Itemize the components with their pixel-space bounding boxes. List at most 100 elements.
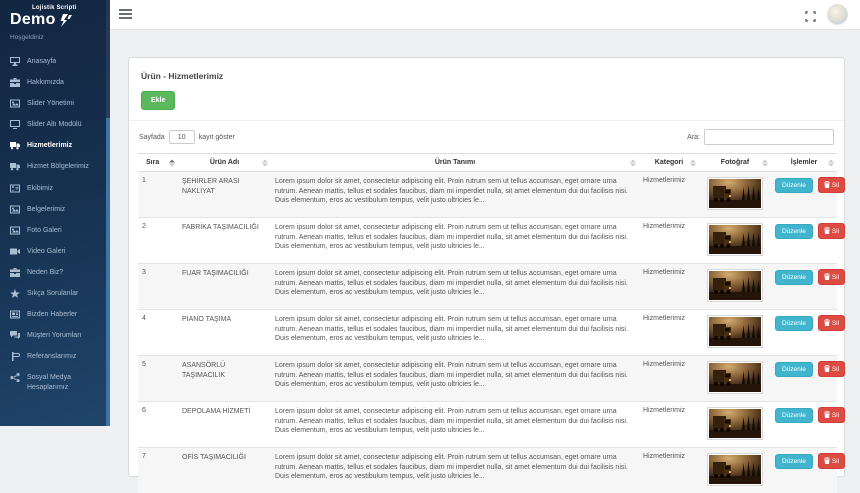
column-header-6[interactable]: İşlemler [771,154,837,172]
cell-actions: Düzenle Sil [771,264,837,310]
truck-photo[interactable] [707,407,763,440]
cell-product-name: ASANSÖRLÜ TAŞIMACILIK [178,356,271,402]
sidebar-item-label: Belgelerimiz [27,205,65,214]
comments-icon [10,331,20,340]
cell-sira: 5 [138,356,178,402]
logo[interactable]: Lojistik Scripti Demo [0,0,110,31]
page-size-input[interactable] [169,130,195,144]
edit-button[interactable]: Düzenle [775,362,813,377]
page-size-control: Sayfada kayıt göster [139,130,235,144]
delete-button[interactable]: Sil [818,223,845,239]
cell-product-name: DEPOLAMA HİZMETİ [178,402,271,448]
table-controls: Sayfada kayıt göster Ara: [129,121,844,151]
search-label: Ara: [687,134,700,141]
sidebar-item-1[interactable]: Anasayfa [0,51,110,72]
hamburger-icon[interactable] [119,9,132,20]
sidebar-item-label: Hizmet Bölgelerimiz [27,162,89,171]
cell-sira: 7 [138,448,178,493]
column-header-1[interactable]: Sıra [138,154,178,172]
page-title: Ürün - Hizmetlerimiz [129,58,844,85]
cell-photo [699,172,771,218]
truck-photo[interactable] [707,315,763,348]
column-header-label: Ürün Tanımı [435,159,475,166]
trash-icon [824,411,830,418]
sort-icon[interactable] [690,159,696,166]
table-row: 2 FABRİKA TAŞIMACILIĞI Lorem ipsum dolor… [138,218,837,264]
search-input[interactable] [704,129,834,145]
faq-icon [10,289,20,298]
sidebar-item-2[interactable]: Hakkımızda [0,72,110,93]
image-icon [10,226,20,235]
sidebar-item-3[interactable]: Slider Yönetimi [0,93,110,114]
sidebar-item-8[interactable]: Belgelerimiz [0,199,110,220]
column-header-5[interactable]: Fotoğraf [699,154,771,172]
truck-photo[interactable] [707,269,763,302]
share-icon [10,373,20,382]
sidebar-item-12[interactable]: Sıkça Sorulanlar [0,283,110,304]
edit-button[interactable]: Düzenle [775,178,813,193]
sidebar-item-4[interactable]: Slider Altı Modülü [0,114,110,135]
delete-button[interactable]: Sil [818,453,845,469]
column-header-3[interactable]: Ürün Tanımı [271,154,639,172]
add-button[interactable]: Ekle [141,91,175,110]
logo-title: Demo [10,11,56,29]
search-control: Ara: [687,129,834,145]
edit-button[interactable]: Düzenle [775,408,813,423]
truck-icon [10,141,20,150]
table-row: 7 OFİS TAŞIMACILIĞI Lorem ipsum dolor si… [138,448,837,493]
delete-button[interactable]: Sil [818,315,845,331]
user-avatar[interactable] [827,4,848,25]
delete-button[interactable]: Sil [818,407,845,423]
cell-photo [699,264,771,310]
trash-icon [824,181,830,188]
sidebar-item-7[interactable]: Ekibimiz [0,178,110,199]
sort-icon[interactable] [762,159,768,166]
truck-photo[interactable] [707,223,763,256]
sidebar-item-14[interactable]: Müşteri Yorumları [0,325,110,346]
truck-photo[interactable] [707,453,763,486]
cell-category: Hizmetlerimiz [639,310,699,356]
cell-sira: 2 [138,218,178,264]
cell-category: Hizmetlerimiz [639,448,699,493]
sidebar-item-13[interactable]: Bizden Haberler [0,304,110,325]
delete-button[interactable]: Sil [818,177,845,193]
edit-button[interactable]: Düzenle [775,270,813,285]
sort-icon[interactable] [828,159,834,166]
sidebar-item-15[interactable]: Referanslarımız [0,346,110,367]
idcard-icon [10,184,20,193]
sort-icon[interactable] [262,159,268,166]
sidebar-item-6[interactable]: Hizmet Bölgelerimiz [0,156,110,177]
trash-icon [824,319,830,326]
column-header-4[interactable]: Kategori [639,154,699,172]
truck-photo[interactable] [707,177,763,210]
cell-actions: Düzenle Sil [771,310,837,356]
welcome-text: Hoşgeldiniz [0,31,110,47]
cell-product-description: Lorem ipsum dolor sit amet, consectetur … [271,356,639,402]
truck-photo[interactable] [707,361,763,394]
delete-button[interactable]: Sil [818,269,845,285]
topbar [110,0,860,30]
column-header-2[interactable]: Ürün Adı [178,154,271,172]
sidebar-item-label: Foto Galeri [27,226,62,235]
sidebar-item-11[interactable]: Neden Biz? [0,262,110,283]
cell-photo [699,448,771,493]
sidebar-item-16[interactable]: Sosyal Medya Hesaplarımız [0,367,110,397]
sidebar-item-9[interactable]: Foto Galeri [0,220,110,241]
cell-sira: 6 [138,402,178,448]
sidebar-item-label: Referanslarımız [27,352,76,361]
column-header-label: Ürün Adı [210,159,239,166]
cell-photo [699,218,771,264]
edit-button[interactable]: Düzenle [775,454,813,469]
cell-photo [699,310,771,356]
edit-button[interactable]: Düzenle [775,316,813,331]
sidebar-item-label: Ekibimiz [27,184,53,193]
sidebar-item-10[interactable]: Video Galeri [0,241,110,262]
sort-icon[interactable] [630,159,636,166]
edit-button[interactable]: Düzenle [775,224,813,239]
sidebar-item-5[interactable]: Hizmetlerimiz [0,135,110,156]
delete-button[interactable]: Sil [818,361,845,377]
fullscreen-icon[interactable] [805,9,816,20]
sort-icon[interactable] [169,159,175,166]
sidebar-item-label: Slider Altı Modülü [27,120,81,129]
cell-product-name: FABRİKA TAŞIMACILIĞI [178,218,271,264]
